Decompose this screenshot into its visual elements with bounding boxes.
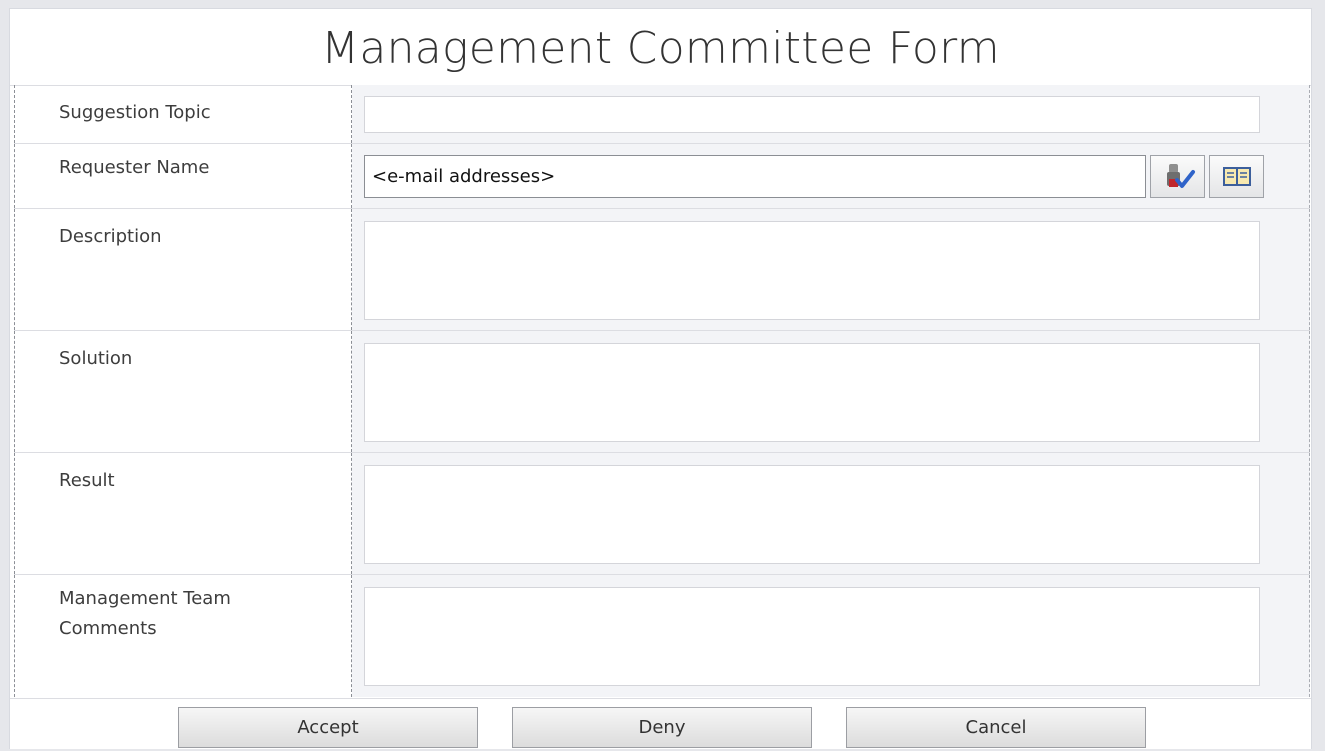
check-names-icon — [1166, 163, 1195, 188]
form-title: Management Committee Form — [10, 9, 1311, 86]
management-team-comments-label: Management Team Comments — [59, 588, 231, 639]
accept-button[interactable]: Accept — [178, 707, 478, 748]
check-names-button[interactable] — [1150, 155, 1205, 198]
row-suggestion-topic: Suggestion Topic — [14, 85, 1310, 144]
row-requester-name: Requester Name <e-mail addresses> — [14, 144, 1310, 209]
suggestion-topic-label: Suggestion Topic — [59, 102, 211, 123]
result-label: Result — [59, 470, 115, 491]
cancel-button[interactable]: Cancel — [846, 707, 1146, 748]
management-team-comments-textarea[interactable] — [364, 587, 1260, 686]
row-result: Result — [14, 453, 1310, 575]
description-textarea[interactable] — [364, 221, 1260, 320]
row-solution: Solution — [14, 331, 1310, 453]
solution-label: Solution — [59, 348, 133, 369]
description-label: Description — [59, 226, 162, 247]
row-description: Description — [14, 209, 1310, 331]
requester-name-input[interactable]: <e-mail addresses> — [364, 155, 1146, 198]
suggestion-topic-input[interactable] — [364, 96, 1260, 133]
deny-button[interactable]: Deny — [512, 707, 812, 748]
button-bar: Accept Deny Cancel — [10, 698, 1311, 749]
address-book-icon — [1222, 166, 1251, 186]
row-management-team-comments: Management Team Comments — [14, 575, 1310, 697]
solution-textarea[interactable] — [364, 343, 1260, 442]
address-book-button[interactable] — [1209, 155, 1264, 198]
requester-name-label: Requester Name — [59, 157, 210, 178]
management-committee-form: Management Committee Form Suggestion Top… — [10, 9, 1311, 749]
result-textarea[interactable] — [364, 465, 1260, 564]
